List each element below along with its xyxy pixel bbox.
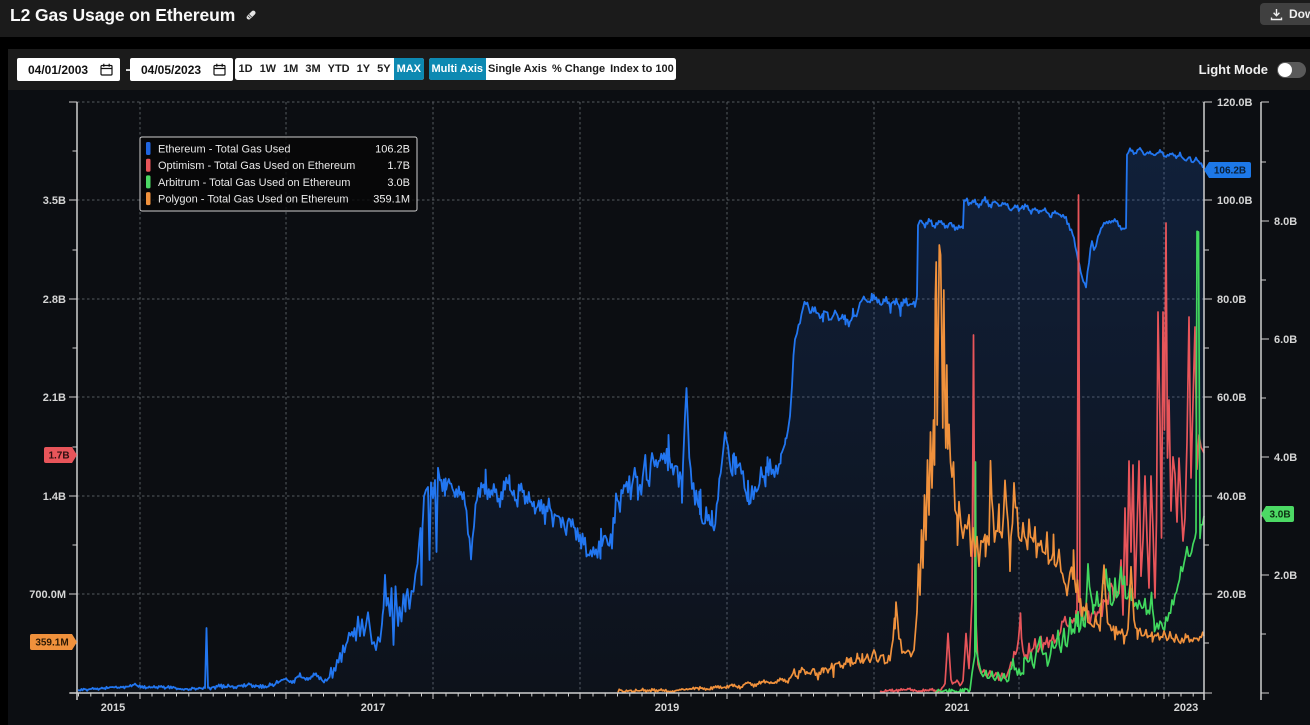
- svg-text:Optimism - Total Gas Used on E: Optimism - Total Gas Used on Ethereum: [158, 160, 355, 172]
- svg-text:2015: 2015: [101, 702, 125, 714]
- svg-text:359.1M: 359.1M: [35, 638, 68, 649]
- svg-text:2019: 2019: [655, 702, 679, 714]
- svg-text:100.0B: 100.0B: [1217, 195, 1253, 207]
- svg-text:Arbitrum - Total Gas Used on E: Arbitrum - Total Gas Used on Ethereum: [158, 177, 350, 189]
- svg-text:80.0B: 80.0B: [1217, 294, 1246, 306]
- svg-text:2.0B: 2.0B: [1274, 570, 1297, 582]
- svg-text:3.0B: 3.0B: [1269, 510, 1290, 521]
- svg-text:3.5B: 3.5B: [43, 195, 66, 207]
- svg-text:6.0B: 6.0B: [1274, 334, 1297, 346]
- svg-text:20.0B: 20.0B: [1217, 589, 1246, 601]
- svg-text:106.2B: 106.2B: [375, 143, 410, 155]
- svg-text:Ethereum - Total Gas Used: Ethereum - Total Gas Used: [158, 143, 290, 155]
- svg-text:2017: 2017: [361, 702, 385, 714]
- svg-text:60.0B: 60.0B: [1217, 392, 1246, 404]
- svg-text:1.7B: 1.7B: [48, 451, 69, 462]
- svg-text:1.4B: 1.4B: [43, 491, 66, 503]
- svg-text:2.8B: 2.8B: [43, 294, 66, 306]
- svg-text:1.7B: 1.7B: [387, 160, 410, 172]
- svg-text:2023: 2023: [1174, 702, 1198, 714]
- svg-text:120.0B: 120.0B: [1217, 97, 1253, 109]
- svg-text:106.2B: 106.2B: [1214, 166, 1246, 177]
- svg-text:700.0M: 700.0M: [29, 589, 66, 601]
- svg-text:359.1M: 359.1M: [373, 194, 410, 206]
- svg-text:4.0B: 4.0B: [1274, 452, 1297, 464]
- svg-text:2021: 2021: [945, 702, 969, 714]
- svg-text:2.1B: 2.1B: [43, 392, 66, 404]
- svg-text:3.0B: 3.0B: [387, 177, 410, 189]
- svg-text:40.0B: 40.0B: [1217, 491, 1246, 503]
- svg-text:8.0B: 8.0B: [1274, 216, 1297, 228]
- svg-text:Polygon - Total Gas Used on Et: Polygon - Total Gas Used on Ethereum: [158, 194, 349, 206]
